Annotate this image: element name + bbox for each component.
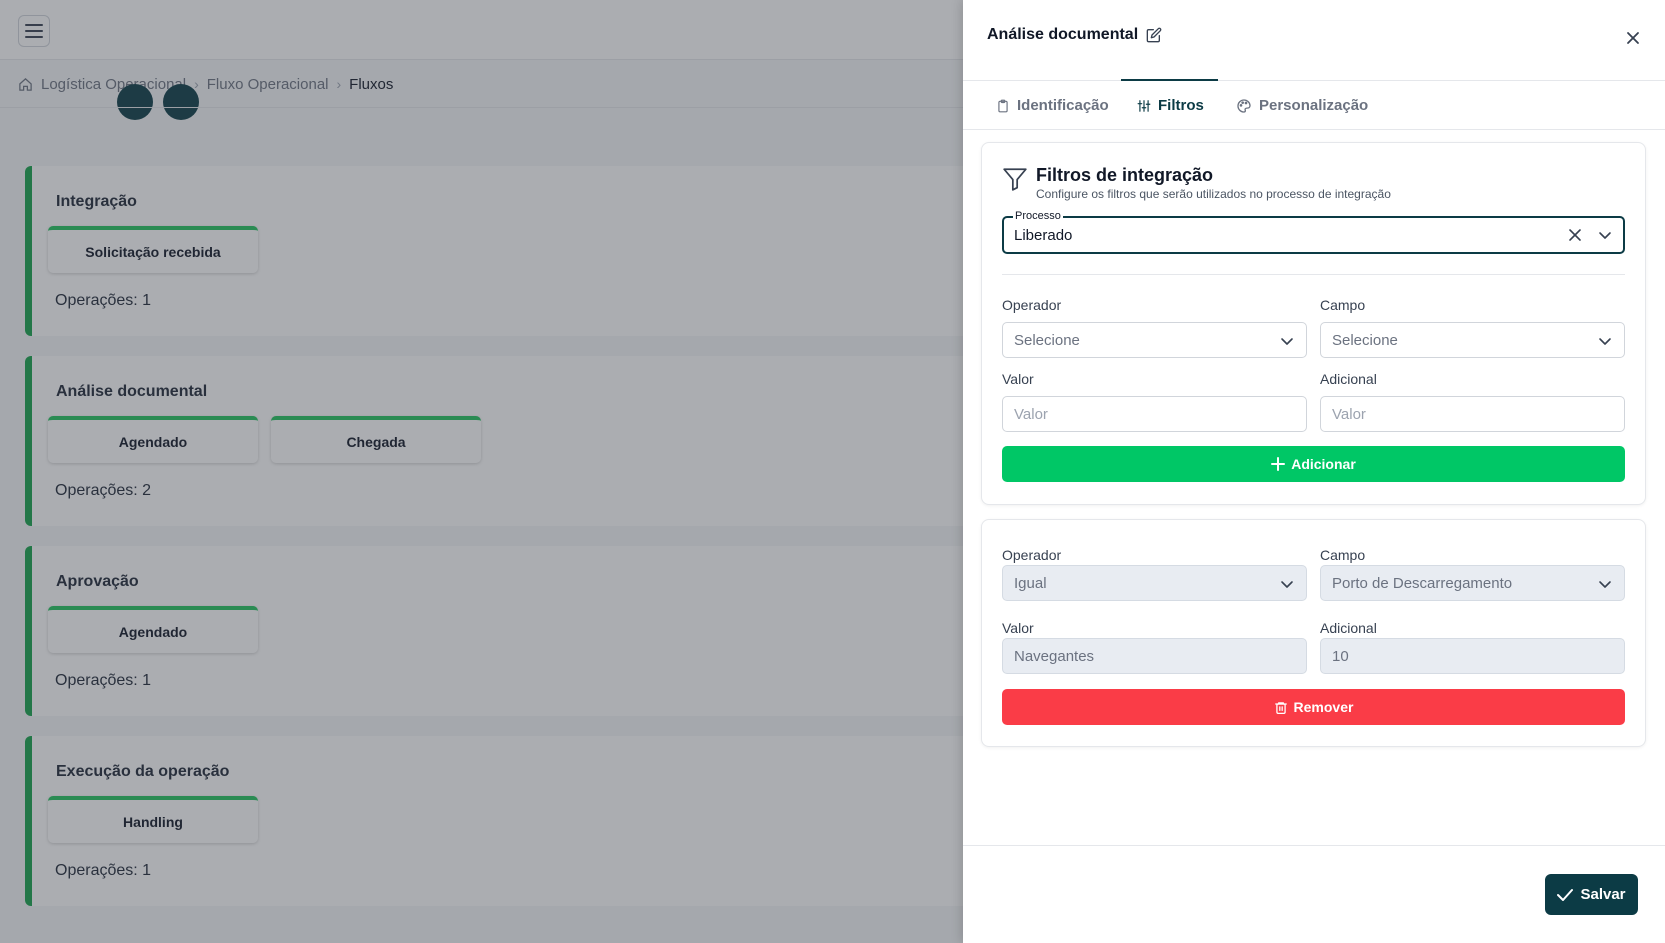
additional-label: Adicional <box>1320 371 1377 387</box>
chevron-down-icon <box>1281 581 1293 588</box>
drawer-title: Análise documental <box>987 26 1162 44</box>
drawer-footer: Salvar <box>963 845 1665 943</box>
value-input-disabled: Navegantes <box>1002 638 1307 674</box>
divider <box>1002 274 1625 275</box>
chevron-down-icon <box>1599 581 1611 588</box>
clear-icon[interactable] <box>1567 227 1583 248</box>
filters-header: Filtros de integração Configure os filtr… <box>1002 165 1391 201</box>
add-filter-button[interactable]: Adicionar <box>1002 446 1625 482</box>
field-placeholder: Selecione <box>1332 331 1398 349</box>
tab-label: Identificação <box>1017 97 1109 114</box>
value-input[interactable]: Valor <box>1002 396 1307 432</box>
remove-button-label: Remover <box>1293 699 1354 715</box>
filters-subtitle: Configure os filtros que serão utilizado… <box>1036 187 1391 201</box>
value-placeholder: Valor <box>1014 405 1048 423</box>
process-value: Liberado <box>1014 227 1073 244</box>
sliders-icon <box>1137 99 1151 112</box>
drawer-tabs: Identificação Filtros Personalização <box>963 79 1665 130</box>
filters-title: Filtros de integração <box>1036 165 1214 185</box>
edit-icon[interactable] <box>1146 27 1162 43</box>
operator-label: Operador <box>1002 547 1062 563</box>
value-label: Valor <box>1002 371 1034 387</box>
tab-personalizacao[interactable]: Personalização <box>1236 81 1368 130</box>
operator-select-disabled: Igual <box>1002 565 1307 601</box>
drawer-title-text: Análise documental <box>987 26 1139 43</box>
check-icon <box>1557 888 1574 901</box>
field-label: Campo <box>1320 547 1366 563</box>
add-button-label: Adicionar <box>1291 456 1356 472</box>
palette-icon <box>1237 98 1251 113</box>
value-value: Navegantes <box>1014 647 1095 665</box>
additional-input-disabled: 10 <box>1320 638 1625 674</box>
field-label: Campo <box>1320 297 1366 313</box>
process-label: Processo <box>1013 209 1063 223</box>
clipboard-icon <box>998 99 1008 112</box>
tab-filtros[interactable]: Filtros <box>1137 81 1204 130</box>
additional-value: 10 <box>1332 647 1349 665</box>
field-value: Porto de Descarregamento <box>1332 574 1513 592</box>
trash-icon <box>1274 701 1287 714</box>
close-button[interactable] <box>1621 26 1645 50</box>
filter-icon <box>1003 168 1027 191</box>
chevron-down-icon <box>1281 338 1293 345</box>
additional-label: Adicional <box>1320 620 1377 636</box>
existing-filter-card: Operador Campo Igual Porto de Descarrega… <box>981 519 1646 747</box>
chevron-down-icon <box>1599 338 1611 345</box>
integration-filters-card: Filtros de integração Configure os filtr… <box>981 142 1646 505</box>
tab-label: Filtros <box>1158 97 1204 114</box>
additional-input[interactable]: Valor <box>1320 396 1625 432</box>
field-select[interactable]: Selecione <box>1320 322 1625 358</box>
tab-identificacao[interactable]: Identificação <box>996 81 1109 130</box>
save-button[interactable]: Salvar <box>1545 874 1638 915</box>
process-select[interactable]: Processo Liberado <box>1002 209 1625 254</box>
save-button-label: Salvar <box>1580 886 1626 903</box>
operator-label: Operador <box>1002 297 1062 313</box>
additional-placeholder: Valor <box>1332 405 1366 423</box>
edit-stage-drawer: Análise documental Identificação Filtros… <box>963 0 1665 943</box>
chevron-down-icon[interactable] <box>1597 227 1613 248</box>
value-label: Valor <box>1002 620 1034 636</box>
drawer-header: Análise documental <box>963 0 1665 81</box>
field-select-disabled: Porto de Descarregamento <box>1320 565 1625 601</box>
close-icon <box>1627 32 1639 44</box>
operator-placeholder: Selecione <box>1014 331 1080 349</box>
plus-icon <box>1271 457 1286 471</box>
tab-label: Personalização <box>1259 97 1369 114</box>
operator-value: Igual <box>1014 574 1047 592</box>
operator-select[interactable]: Selecione <box>1002 322 1307 358</box>
remove-filter-button[interactable]: Remover <box>1002 689 1625 725</box>
